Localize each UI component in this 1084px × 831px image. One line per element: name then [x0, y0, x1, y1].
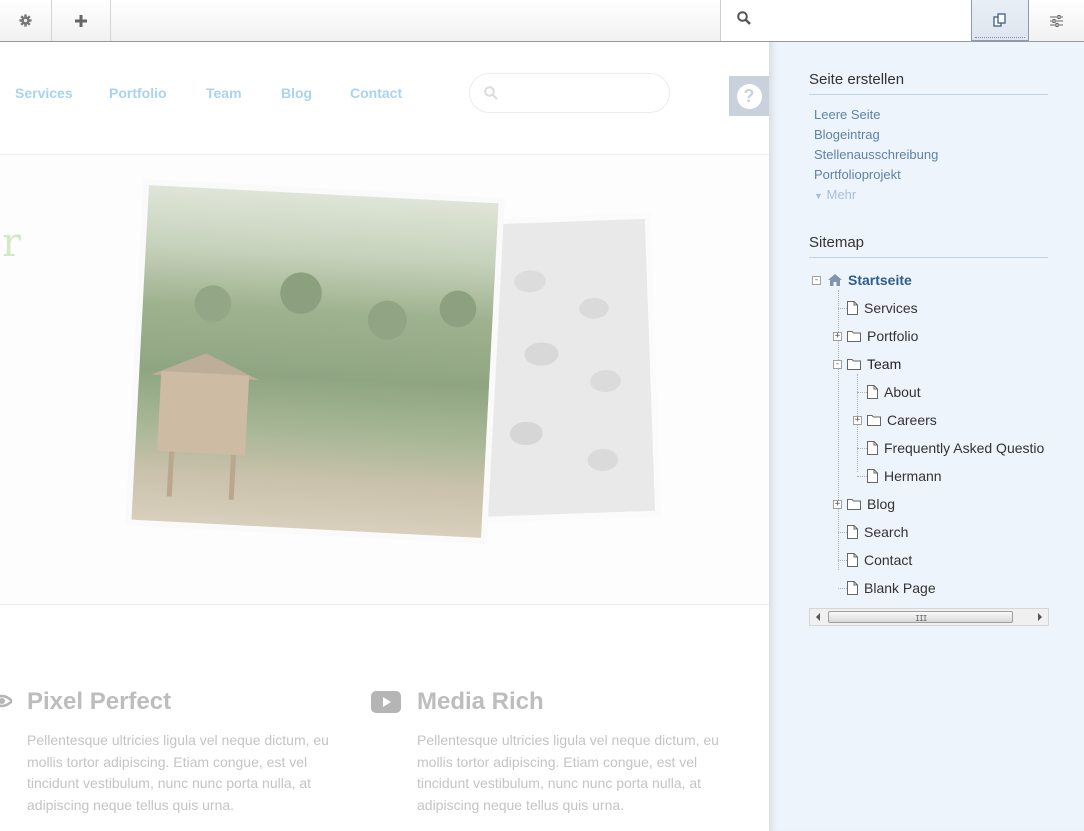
- create-empty-page-link[interactable]: Leere Seite: [814, 107, 881, 122]
- page-icon: [847, 581, 858, 595]
- create-job-posting-link[interactable]: Stellenausschreibung: [814, 147, 938, 162]
- more-label: Mehr: [826, 187, 857, 202]
- eye-icon: [0, 694, 12, 708]
- sliders-icon: [1050, 14, 1063, 27]
- site-search-input[interactable]: [469, 73, 670, 113]
- site-navigation: Services Portfolio Team Blog Contact ?: [0, 42, 769, 155]
- play-icon: [371, 691, 401, 713]
- tree-item-services[interactable]: Services: [847, 294, 918, 322]
- tree-item-portfolio[interactable]: Portfolio: [847, 322, 918, 350]
- create-page-heading: Seite erstellen: [809, 71, 1048, 95]
- forest-hut-image: [131, 185, 499, 538]
- page-icon: [867, 441, 878, 455]
- nav-link-contact[interactable]: Contact: [350, 85, 402, 101]
- collapse-toggle[interactable]: -: [833, 360, 842, 369]
- more-link[interactable]: ▼ Mehr: [814, 187, 856, 202]
- admin-toolbar: [0, 0, 1084, 42]
- scroll-left-icon[interactable]: [816, 613, 820, 621]
- tree-item-label: Services: [864, 300, 918, 316]
- nav-link-blog[interactable]: Blog: [281, 85, 312, 101]
- pages-panel-button[interactable]: [971, 0, 1029, 41]
- toolbar-search: [720, 0, 971, 41]
- gear-icon: [19, 14, 32, 27]
- tree-item-about[interactable]: About: [867, 378, 921, 406]
- tree-item-startseite[interactable]: Startseite: [828, 266, 912, 294]
- feature-title: Pixel Perfect: [27, 688, 172, 715]
- tree-item-label: Hermann: [884, 468, 942, 484]
- search-icon: [737, 11, 751, 25]
- create-portfolio-project-link[interactable]: Portfolioprojekt: [814, 167, 901, 182]
- scroll-grip: III: [915, 614, 927, 623]
- scroll-right-icon[interactable]: [1038, 613, 1042, 621]
- tree-item-search[interactable]: Search: [847, 518, 908, 546]
- question-icon: ?: [736, 83, 762, 109]
- nav-link-team[interactable]: Team: [206, 85, 242, 101]
- help-button[interactable]: ?: [729, 76, 769, 116]
- tree-item-contact[interactable]: Contact: [847, 546, 912, 574]
- tree-item-label: Blank Page: [864, 580, 936, 596]
- settings-button[interactable]: [0, 0, 52, 41]
- tree-item-blog[interactable]: Blog: [847, 490, 895, 518]
- tree-item-team[interactable]: Team: [847, 350, 901, 378]
- tree-item-label: Search: [864, 524, 909, 540]
- tree-item-label: Contact: [864, 552, 913, 568]
- tree-item-label: Team: [867, 356, 902, 372]
- tree-item-label: Blog: [867, 496, 896, 512]
- folder-icon: [847, 499, 861, 510]
- tree-item-label: Startseite: [848, 272, 912, 288]
- sitemap-heading: Sitemap: [809, 234, 1048, 258]
- add-button[interactable]: [52, 0, 111, 41]
- page-icon: [847, 301, 858, 315]
- expand-toggle[interactable]: +: [833, 332, 842, 341]
- tree-item-label: Frequently Asked Questio: [884, 440, 1045, 456]
- pages-icon: [993, 13, 1006, 27]
- sitemap-tree: - Startseite Services + Portfolio - Team: [809, 266, 1048, 612]
- hero-section: r: [0, 156, 769, 605]
- page-icon: [867, 469, 878, 483]
- create-blog-post-link[interactable]: Blogeintrag: [814, 127, 880, 142]
- tree-item-hermann[interactable]: Hermann: [867, 462, 942, 490]
- page-icon: [847, 525, 858, 539]
- folder-icon: [847, 331, 861, 342]
- plus-icon: [75, 14, 87, 27]
- expand-toggle[interactable]: +: [833, 500, 842, 509]
- sitemap-horizontal-scrollbar[interactable]: III: [809, 608, 1049, 626]
- search-icon: [484, 86, 498, 100]
- caret-down-icon: ▼: [814, 191, 823, 201]
- pages-panel: Seite erstellen Leere Seite Blogeintrag …: [769, 42, 1084, 831]
- feature-text: Pellentesque ultricies ligula vel neque …: [417, 732, 719, 813]
- toolbar-search-input[interactable]: [759, 9, 959, 31]
- tree-item-blank-page[interactable]: Blank Page: [847, 574, 936, 602]
- scrollbar-thumb[interactable]: III: [828, 611, 1013, 623]
- tree-item-label: About: [884, 384, 921, 400]
- home-icon: [828, 274, 842, 286]
- page-icon: [847, 553, 858, 567]
- feature-title: Media Rich: [417, 688, 544, 715]
- collapse-toggle[interactable]: -: [812, 276, 821, 285]
- expand-toggle[interactable]: +: [853, 416, 862, 425]
- hero-heading-fragment: r: [2, 220, 22, 266]
- tree-item-label: Careers: [887, 412, 937, 428]
- folder-icon: [847, 359, 861, 370]
- nav-link-services[interactable]: Services: [15, 85, 73, 101]
- feature-text: Pellentesque ultricies ligula vel neque …: [27, 732, 329, 813]
- tree-item-label: Portfolio: [867, 328, 919, 344]
- website-preview: Services Portfolio Team Blog Contact ? r: [0, 42, 769, 831]
- tree-item-careers[interactable]: Careers: [867, 406, 937, 434]
- folder-icon: [867, 415, 881, 426]
- page-icon: [867, 385, 878, 399]
- tree-item-faq[interactable]: Frequently Asked Questio: [867, 434, 1044, 462]
- properties-button[interactable]: [1029, 0, 1084, 41]
- nav-link-portfolio[interactable]: Portfolio: [109, 85, 167, 101]
